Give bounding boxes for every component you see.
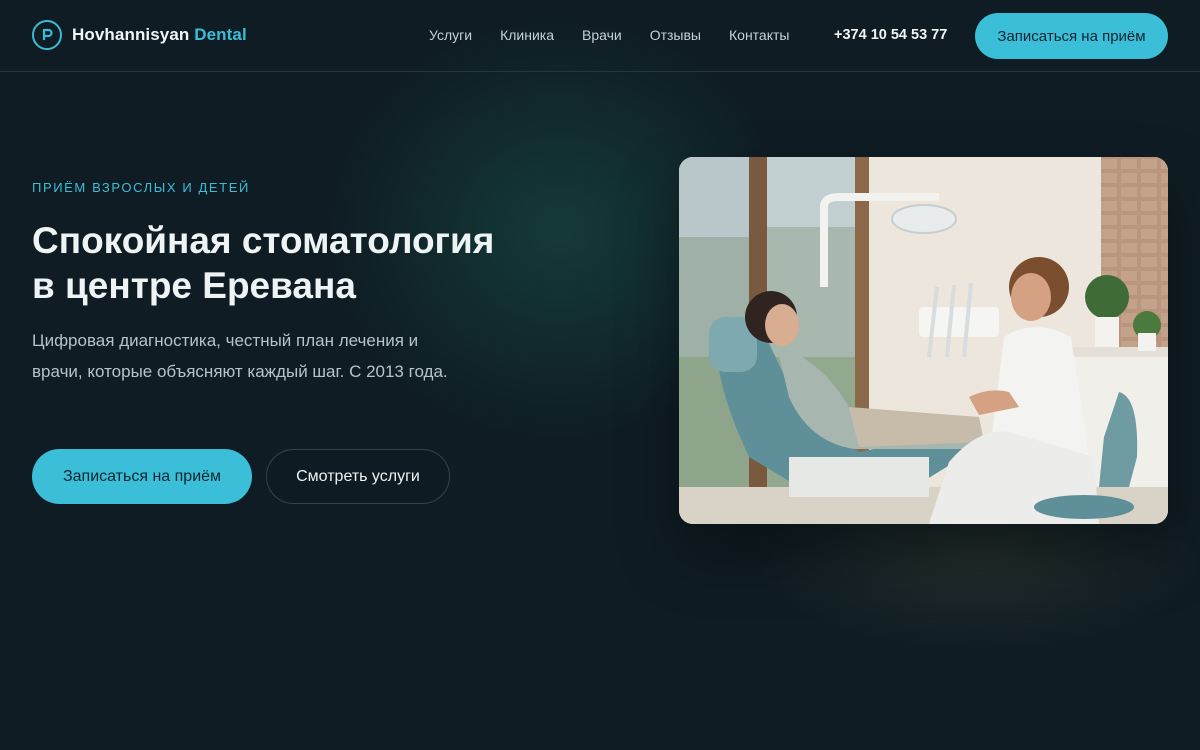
hero-book-button[interactable]: Записаться на приём xyxy=(32,449,252,504)
nav-item-doctors[interactable]: Врачи xyxy=(582,26,622,44)
hero-photo xyxy=(679,157,1168,524)
phone-link[interactable]: +374 10 54 53 77 xyxy=(834,26,947,44)
p-circle-icon xyxy=(32,20,62,50)
header-book-button[interactable]: Записаться на приём xyxy=(975,13,1168,59)
nav-item-contacts[interactable]: Контакты xyxy=(729,26,789,44)
brand-name-accent: Dental xyxy=(194,25,247,44)
site-header: Hovhannisyan Dental Услуги Клиника Врачи… xyxy=(0,0,1200,72)
brand-name-main: Hovhannisyan xyxy=(72,25,190,44)
hero-title-line-2: в центре Еревана xyxy=(32,265,356,306)
nav-item-services[interactable]: Услуги xyxy=(429,26,472,44)
view-services-button[interactable]: Смотреть услуги xyxy=(266,449,450,504)
hero-title-line-1: Спокойная стоматология xyxy=(32,220,495,261)
main-nav: Услуги Клиника Врачи Отзывы Контакты xyxy=(429,26,817,44)
brand-logo[interactable]: Hovhannisyan Dental xyxy=(32,20,247,50)
brand-name: Hovhannisyan Dental xyxy=(72,25,247,45)
page: Hovhannisyan Dental Услуги Клиника Врачи… xyxy=(0,0,1200,750)
nav-item-clinic[interactable]: Клиника xyxy=(500,26,554,44)
nav-item-reviews[interactable]: Отзывы xyxy=(650,26,701,44)
hero-eyebrow: ПРИЁМ ВЗРОСЛЫХ И ДЕТЕЙ xyxy=(32,180,250,195)
hero-lead: Цифровая диагностика, честный план лечен… xyxy=(32,331,448,381)
hero-title: Спокойная стоматология в центре Еревана xyxy=(32,218,592,308)
